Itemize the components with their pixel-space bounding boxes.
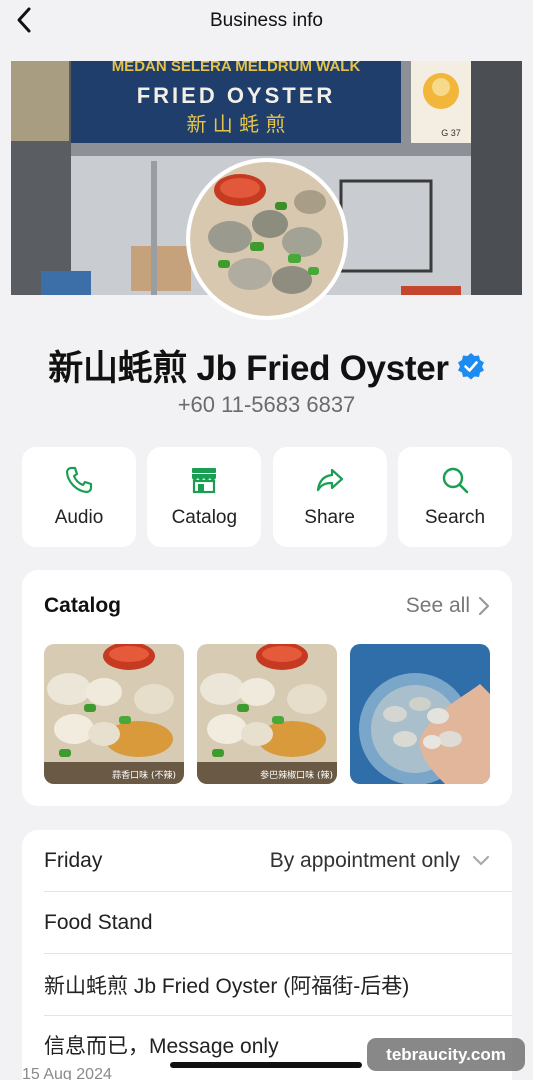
sign-line3: 新 山 蚝 煎 <box>186 112 285 136</box>
business-about: 信息而已，Message only <box>44 1035 279 1058</box>
hours-value: By appointment only <box>270 849 490 873</box>
verified-badge-icon <box>457 352 484 379</box>
back-button[interactable] <box>8 4 40 36</box>
catalog-item-caption: 参巴辣椒口味 (辣) <box>260 769 333 781</box>
business-category-row: Food Stand <box>44 892 512 954</box>
profile-avatar[interactable] <box>186 158 348 320</box>
chevron-right-icon <box>478 596 490 616</box>
see-all-label: See all <box>405 594 470 617</box>
share-button[interactable]: Share <box>272 447 387 547</box>
sign-line2: FRIED OYSTER <box>137 83 336 108</box>
phone-number[interactable]: +60 11-5683 6837 <box>0 392 533 418</box>
stall-number: G 37 <box>441 128 461 138</box>
about-date: 15 Aug 2024 <box>22 1066 112 1080</box>
top-bar: Business info <box>0 0 533 42</box>
business-full-name: 新山蚝煎 Jb Fried Oyster (阿福街-后巷) <box>44 974 410 998</box>
catalog-item[interactable] <box>350 644 490 784</box>
business-category: Food Stand <box>44 910 153 934</box>
watermark: tebraucity.com <box>367 1038 525 1071</box>
action-buttons: Audio Catalog Share Search <box>22 447 512 547</box>
audio-call-button[interactable]: Audio <box>22 447 136 547</box>
catalog-label: Catalog <box>171 507 238 528</box>
catalog-title: Catalog <box>44 594 122 617</box>
page-title: Business info <box>209 10 323 31</box>
audio-label: Audio <box>54 507 104 528</box>
search-label: Search <box>424 507 486 528</box>
business-name-row: 新山蚝煎 Jb Fried Oyster <box>0 340 533 391</box>
catalog-item-caption: 蒜香口味 (不辣) <box>112 769 176 781</box>
share-label: Share <box>304 507 355 528</box>
catalog-section: Catalog See all 蒜香口味 (不辣) 参巴辣椒口味 (辣) <box>22 570 512 806</box>
business-fullname-row: 新山蚝煎 Jb Fried Oyster (阿福街-后巷) <box>44 954 512 1016</box>
catalog-item[interactable]: 蒜香口味 (不辣) <box>44 644 184 784</box>
storefront-icon <box>192 468 217 494</box>
chevron-left-icon <box>17 7 31 33</box>
search-icon <box>442 467 469 494</box>
business-name: 新山蚝煎 Jb Fried Oyster <box>48 349 449 388</box>
business-hours-row[interactable]: Friday By appointment only <box>44 830 512 892</box>
phone-icon <box>65 466 93 494</box>
hours-day: Friday <box>44 848 103 872</box>
see-all-link[interactable]: See all <box>406 594 490 618</box>
share-arrow-icon <box>316 468 343 492</box>
catalog-button[interactable]: Catalog <box>147 447 262 547</box>
chevron-down-icon <box>472 855 490 865</box>
sign-line1: MEDAN SELERA MELDRUM WALK <box>112 61 361 75</box>
hours-text: By appointment only <box>269 848 460 872</box>
search-button[interactable]: Search <box>397 447 512 547</box>
catalog-item[interactable]: 参巴辣椒口味 (辣) <box>197 644 337 784</box>
home-indicator[interactable] <box>170 1062 362 1068</box>
